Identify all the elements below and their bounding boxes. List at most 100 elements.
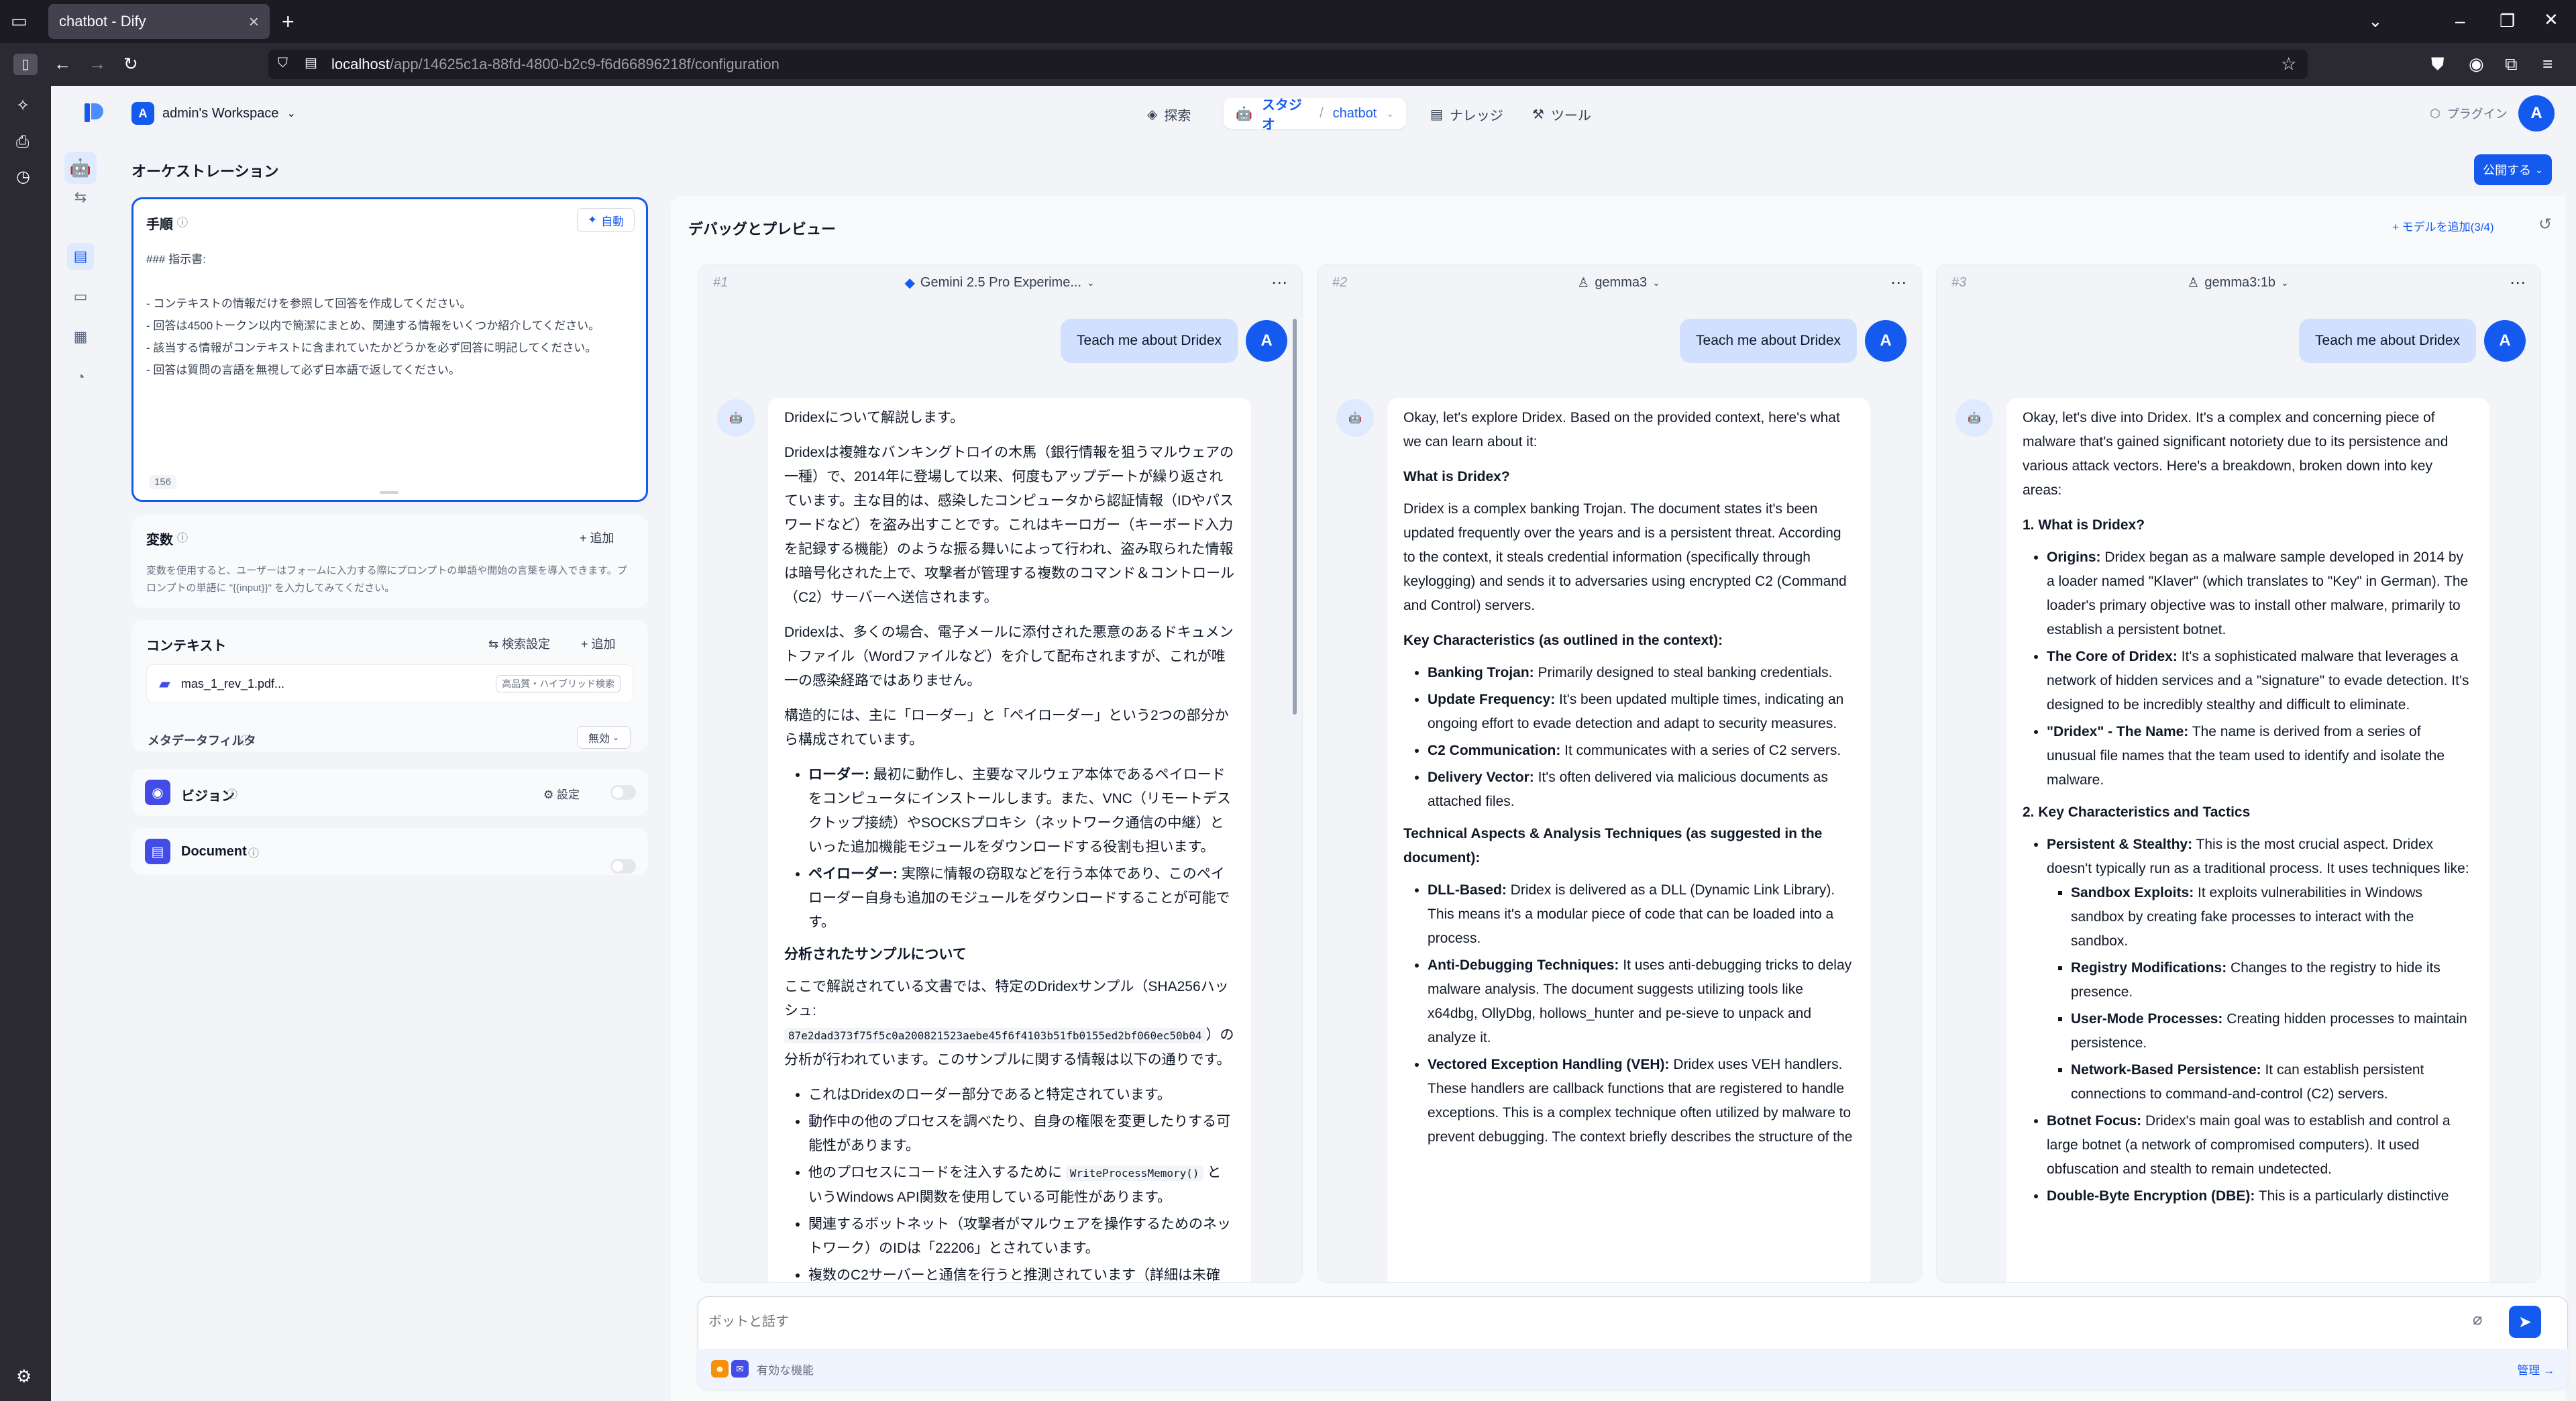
attachment-icon[interactable]: ⌀ [2473,1310,2482,1329]
app-name[interactable]: chatbot [1333,106,1377,121]
prompt-editor[interactable]: ### 指示書: - コンテキストの情報だけを参照して回答を作成してください。 … [146,248,629,381]
nav-studio[interactable]: 🤖 スタジオ / chatbot ⌄ [1224,98,1406,132]
bot-answer: Okay, let's explore Dridex. Based on the… [1387,398,1870,1282]
help-icon[interactable]: ⓘ [177,213,188,229]
prompt-label: 手順 [146,217,173,232]
more-options-icon[interactable]: ⋯ [2510,273,2526,293]
settings-gear-icon[interactable]: ⚙ [16,1367,32,1385]
model-column-1: #1 ◆ Gemini 2.5 Pro Experime... ⌄ ⋯ Teac… [698,264,1303,1283]
answer-heading: 分析されたサンプルについて [784,947,967,962]
help-icon[interactable]: ⓘ [177,529,188,545]
menu-icon[interactable]: ≡ [2542,55,2553,72]
list-item: Vectored Exception Handling (VEH): Dride… [1428,1053,1854,1149]
shield-icon[interactable]: ⛉ [278,56,288,70]
chevron-down-icon: ⌄ [286,108,296,119]
list-item-label: Network-Based Persistence: [2071,1062,2261,1078]
forward-icon[interactable]: → [89,55,106,72]
manage-features-button[interactable]: 管理 → [2517,1361,2555,1378]
auto-generate-button[interactable]: ✦ 自動 [577,208,635,232]
resize-handle[interactable] [380,491,398,494]
minimize-icon[interactable]: – [2455,12,2465,30]
dify-logo[interactable] [80,99,105,126]
restore-icon[interactable]: ❐ [2500,12,2515,30]
app-icon[interactable]: 🤖 [64,152,97,184]
more-options-icon[interactable]: ⋯ [1890,273,1907,293]
workspace-switcher[interactable]: A admin's Workspace ⌄ [131,102,296,125]
bot-answer: Dridexについて解説します。 Dridexは複雑なバンキングトロイの木馬（銀… [768,398,1251,1282]
user-message: Teach me about Dridex [1061,319,1238,363]
model-selector[interactable]: ◆ Gemini 2.5 Pro Experime... ⌄ [905,274,1095,291]
nav-explore[interactable]: ◈ 探索 [1147,105,1191,124]
list-item: 動作中の他のプロセスを調べたり、自身の権限を変更したりする可能性があります。 [808,1110,1235,1158]
metadata-filter-select[interactable]: 無効 ⌄ [577,726,631,749]
answer-heading: What is Dridex? [1403,469,1510,484]
context-label: コンテキスト [146,639,227,654]
extensions-icon[interactable]: ⧉ [2505,55,2518,72]
help-icon[interactable]: ⓘ [227,785,237,801]
scrollbar-thumb[interactable] [1293,319,1297,715]
publish-button[interactable]: 公開する ⌄ [2474,154,2552,185]
help-icon[interactable]: ⓘ [248,844,259,860]
help-icon[interactable]: ⓘ [240,731,251,747]
plugins-button[interactable]: ⬡ プラグイン [2430,105,2508,122]
bot-avatar-icon: 🤖 [1336,399,1374,437]
answer-list: Banking Trojan: Primarily designed to st… [1428,661,1854,814]
more-options-icon[interactable]: ⋯ [1271,273,1287,293]
pocket-icon[interactable]: ⛊ [2431,55,2445,72]
new-tab-icon[interactable]: + [282,11,294,32]
tab-overview-icon[interactable]: ▭ [11,12,28,30]
browser-tab[interactable]: chatbot - Dify × [48,4,270,39]
feature-chat-icon: ✉ [731,1360,749,1378]
refresh-icon[interactable]: ↺ [2538,215,2552,234]
api-terminal-icon[interactable]: ▭ [67,283,94,310]
user-avatar: A [1246,320,1287,362]
add-context-button[interactable]: + 追加 [581,635,616,652]
nav-knowledge[interactable]: ▤ ナレッジ [1430,105,1503,124]
list-item: Network-Based Persistence: It can establ… [2071,1058,2473,1106]
list-item-label: ローダー: [808,767,869,782]
url-bar[interactable]: localhost/app/14625c1a-88fd-4800-b2c9-f6… [268,50,2308,79]
ollama-icon: ♙ [2187,275,2200,291]
window-close-icon[interactable]: ✕ [2544,11,2559,28]
tab-list-icon[interactable]: ⌄ [2368,12,2383,30]
knowledge-item[interactable]: ▰ mas_1_rev_1.pdf... 高品質・ハイブリッド検索 [146,664,633,703]
list-item: Double-Byte Encryption (DBE): This is a … [2047,1184,2473,1208]
retrieval-settings-button[interactable]: ⇆ 検索設定 [488,635,550,652]
account-icon[interactable]: ◉ [2469,55,2484,72]
gear-icon: ⚙ [543,788,554,801]
prompt-line: ### 指示書: [146,253,206,266]
list-item-text: Primarily designed to steal banking cred… [1534,665,1833,680]
close-tab-icon[interactable]: × [249,11,259,32]
sidebar-toggle-icon[interactable]: ▯ [13,54,38,75]
model-selector[interactable]: ♙ gemma3:1b ⌄ [2187,274,2288,291]
model-selector[interactable]: ♙ gemma3 ⌄ [1577,274,1660,291]
monitoring-icon[interactable]: ◔ [67,364,94,391]
chat-input[interactable] [708,1308,2453,1335]
bookmark-star-icon[interactable]: ☆ [2281,55,2296,72]
list-item-label: Origins: [2047,550,2101,565]
reload-icon[interactable]: ↻ [123,55,138,72]
chevron-down-icon: ⌄ [2535,164,2543,175]
answer-text: Dridexは複雑なバンキングトロイの木馬（銀行情報を狙うマルウェアの一種）で、… [784,445,1235,605]
back-icon[interactable]: ← [54,55,71,72]
settings-sliders-icon[interactable]: ⇆ [67,184,94,211]
add-variable-button[interactable]: + 追加 [580,529,614,546]
user-avatar[interactable]: A [2518,95,2555,132]
answer-list: Persistent & Stealthy: This is the most … [2047,833,2473,1208]
chevron-down-icon[interactable]: ⌄ [1386,108,1394,119]
nav-tools[interactable]: ⚒ ツール [1532,105,1591,124]
add-model-button[interactable]: + モデルを追加(3/4) [2392,217,2494,234]
document-toggle[interactable] [610,859,636,874]
logs-icon[interactable]: ▦ [67,323,94,350]
ai-chat-icon[interactable]: ✧ [16,98,30,114]
send-button[interactable]: ➤ [2509,1306,2541,1338]
synced-tabs-icon[interactable]: ⎙ [16,134,29,150]
orchestrate-icon[interactable]: ▤ [67,243,94,270]
vision-toggle[interactable] [610,785,636,800]
list-item-label: Persistent & Stealthy: [2047,837,2193,852]
document-label: Document [181,844,247,859]
answer-heading: 2. Key Characteristics and Tactics [2023,805,2251,820]
history-icon[interactable]: ◷ [16,169,30,185]
vision-settings-button[interactable]: ⚙ 設定 [543,785,580,802]
column-header: #2 ♙ gemma3 ⌄ ⋯ [1318,265,1921,300]
